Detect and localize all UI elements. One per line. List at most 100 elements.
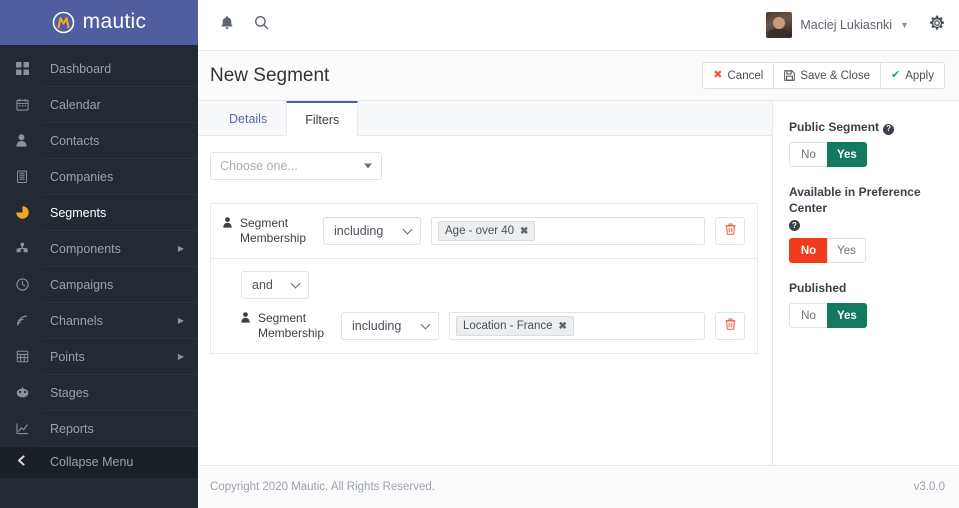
preference-center-label: Available in Preference Center ?	[789, 184, 945, 231]
apply-button-label: Apply	[905, 69, 934, 82]
preference-center-yes-option[interactable]: Yes	[827, 238, 866, 263]
page-action-buttons: ✖ Cancel Save & Close ✔ Apply	[702, 62, 945, 89]
filters-panel: Choose one... Segment Membership includi…	[198, 136, 772, 465]
filter-condition-select[interactable]: including	[323, 217, 421, 245]
delete-filter-button[interactable]	[715, 217, 745, 245]
page-title: New Segment	[210, 64, 330, 86]
preference-center-label-text: Available in Preference Center	[789, 185, 921, 215]
question-mark-icon[interactable]: ?	[789, 220, 800, 231]
chevron-down-icon	[290, 278, 301, 289]
tab-filters[interactable]: Filters	[286, 101, 359, 136]
filter-operator-select[interactable]: and	[241, 271, 309, 299]
filter-value-input[interactable]: Location - France ✖	[449, 312, 705, 340]
chevron-down-icon: ▼	[900, 20, 909, 30]
cancel-button-label: Cancel	[727, 69, 764, 82]
pie-chart-icon	[16, 206, 42, 219]
rss-icon	[16, 314, 42, 327]
filter-value-tag-label: Age - over 40	[445, 225, 515, 237]
filter-condition-select[interactable]: including	[341, 312, 439, 340]
search-button[interactable]	[244, 8, 278, 42]
gear-icon	[929, 15, 945, 36]
top-bar: Maciej Lukiasnki ▼	[198, 0, 959, 51]
sidebar-item-label: Calendar	[50, 97, 101, 112]
chevron-left-icon	[16, 454, 42, 470]
sidebar-item-channels[interactable]: Channels ▶	[0, 303, 198, 339]
filter-field-select-placeholder: Choose one...	[220, 159, 298, 173]
sidebar-item-companies[interactable]: Companies	[0, 159, 198, 195]
puzzle-icon	[16, 242, 42, 255]
public-segment-yes-option[interactable]: Yes	[827, 142, 867, 167]
filter-value-tag[interactable]: Age - over 40 ✖	[438, 221, 536, 241]
bell-icon	[220, 15, 234, 35]
sidebar-item-contacts[interactable]: Contacts	[0, 123, 198, 159]
sidebar-item-label: Contacts	[50, 133, 100, 148]
delete-filter-button[interactable]	[715, 312, 745, 340]
mautic-circle-m-icon	[52, 11, 75, 34]
building-icon	[16, 170, 42, 184]
filter-field-name: Segment Membership	[258, 311, 325, 340]
clock-icon	[16, 278, 42, 291]
filter-operator-value: and	[252, 278, 273, 292]
sidebar-item-label: Stages	[50, 385, 89, 400]
filter-card: Segment Membership including Age - over …	[210, 203, 758, 259]
preference-center-toggle[interactable]: No Yes	[789, 238, 866, 263]
page-footer: Copyright 2020 Mautic. All Rights Reserv…	[198, 465, 959, 508]
person-icon	[16, 134, 42, 147]
filter-row: Segment Membership including Location - …	[241, 311, 745, 341]
settings-button[interactable]	[929, 15, 945, 36]
tab-details[interactable]: Details	[210, 101, 286, 135]
filter-card: and Segment Membership including Locatio…	[210, 259, 758, 354]
published-yes-option[interactable]: Yes	[827, 303, 867, 328]
filter-value-tag[interactable]: Location - France ✖	[456, 316, 574, 336]
published-toggle[interactable]: No Yes	[789, 303, 867, 328]
cancel-button[interactable]: ✖ Cancel	[702, 62, 775, 89]
sidebar-item-points[interactable]: Points ▶	[0, 339, 198, 375]
main-sidebar: mautic Dashboard Calendar Contacts Compa…	[0, 0, 198, 508]
trash-icon	[725, 317, 736, 335]
person-icon	[241, 312, 252, 327]
person-icon	[223, 217, 234, 232]
sidebar-item-reports[interactable]: Reports	[0, 411, 198, 447]
apply-button[interactable]: ✔ Apply	[880, 62, 945, 89]
line-chart-icon	[16, 422, 42, 435]
brand-logo-area[interactable]: mautic	[0, 0, 198, 45]
notifications-button[interactable]	[210, 8, 244, 42]
sidebar-item-stages[interactable]: Stages	[0, 375, 198, 411]
sidebar-item-calendar[interactable]: Calendar	[0, 87, 198, 123]
search-icon	[254, 15, 269, 35]
filter-field-label: Segment Membership	[241, 311, 341, 341]
save-and-close-button-label: Save & Close	[800, 69, 870, 82]
filter-field-select[interactable]: Choose one...	[210, 152, 382, 180]
mautic-application: mautic Dashboard Calendar Contacts Compa…	[0, 0, 959, 508]
chevron-down-icon	[420, 319, 431, 330]
chevron-right-icon: ▶	[177, 315, 184, 325]
sidebar-item-campaigns[interactable]: Campaigns	[0, 267, 198, 303]
check-icon: ✔	[891, 69, 901, 81]
sidebar-item-components[interactable]: Components ▶	[0, 231, 198, 267]
content-column: Details Filters Choose one... Segment Me…	[198, 101, 773, 465]
version-text: v3.0.0	[913, 481, 945, 493]
filter-value-input[interactable]: Age - over 40 ✖	[431, 217, 705, 245]
filter-condition-value: including	[334, 224, 384, 238]
sidebar-footer-spacer	[0, 478, 198, 508]
user-menu[interactable]: Maciej Lukiasnki ▼	[766, 12, 913, 38]
published-no-option[interactable]: No	[789, 303, 828, 328]
gauge-icon	[16, 386, 42, 399]
collapse-menu-button[interactable]: Collapse Menu	[0, 446, 198, 479]
filter-field-name: Segment Membership	[240, 216, 307, 245]
question-mark-icon[interactable]: ?	[883, 123, 895, 135]
save-and-close-button[interactable]: Save & Close	[773, 62, 881, 89]
sidebar-item-segments[interactable]: Segments	[0, 195, 198, 231]
remove-tag-icon[interactable]: ✖	[559, 321, 567, 332]
public-segment-label: Public Segment ?	[789, 119, 945, 135]
preference-center-no-option[interactable]: No	[789, 238, 828, 263]
sidebar-item-dashboard[interactable]: Dashboard	[0, 51, 198, 87]
x-icon: ✖	[713, 69, 723, 81]
sidebar-item-label: Campaigns	[50, 277, 114, 292]
remove-tag-icon[interactable]: ✖	[520, 226, 528, 237]
segment-options-panel: Public Segment ? No Yes Available in Pre…	[773, 101, 959, 465]
chevron-down-icon	[364, 163, 372, 169]
copyright-text: Copyright 2020 Mautic. All Rights Reserv…	[210, 481, 435, 493]
public-segment-toggle[interactable]: No Yes	[789, 142, 867, 167]
public-segment-no-option[interactable]: No	[789, 142, 828, 167]
